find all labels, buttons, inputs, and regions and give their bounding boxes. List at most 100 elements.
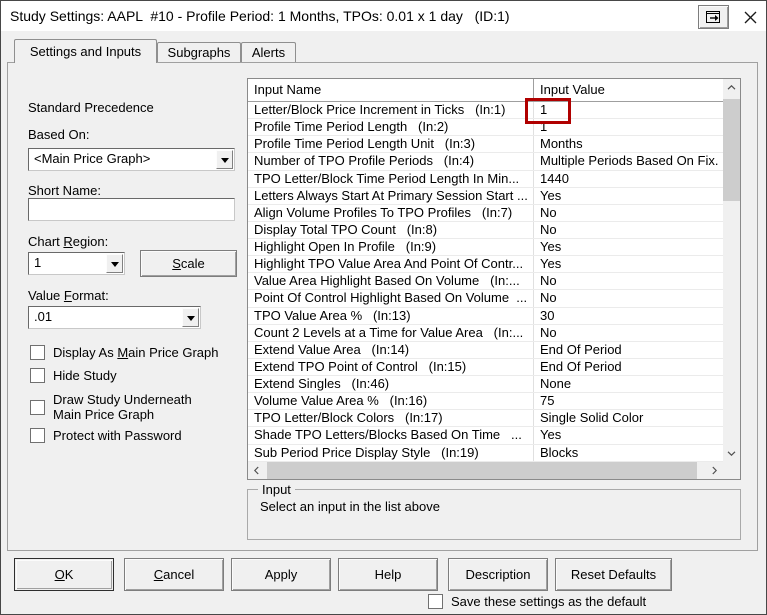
scale-button[interactable]: Scale — [140, 250, 237, 277]
scroll-left-button[interactable] — [248, 462, 265, 479]
checkbox-draw-study-underneath[interactable]: Draw Study Underneath Main Price Graph — [30, 392, 192, 422]
scroll-right-button[interactable] — [706, 462, 723, 479]
table-row[interactable]: Letter/Block Price Increment in Ticks (I… — [248, 102, 723, 120]
checkbox-box[interactable] — [30, 399, 45, 415]
table-row[interactable]: TPO Value Area % (In:13) 30 — [248, 307, 723, 325]
tab-alerts[interactable]: Alerts — [241, 42, 296, 62]
checkbox-label: Draw Study Underneath Main Price Graph — [53, 392, 192, 422]
tab-subgraphs[interactable]: Subgraphs — [157, 42, 241, 62]
titlebar: Study Settings: AAPL #10 - Profile Perio… — [1, 1, 766, 31]
inputs-table: Input Name Input Value Letter/Block Pric… — [247, 78, 741, 480]
input-name-cell: Extend Value Area (In:14) — [248, 341, 534, 358]
table-row[interactable]: Letters Always Start At Primary Session … — [248, 187, 723, 205]
input-name-cell: Extend Singles (In:46) — [248, 376, 534, 393]
input-value-cell: 75 — [540, 393, 555, 409]
based-on-select[interactable]: <Main Price Graph> — [28, 148, 235, 171]
scrollbar-corner — [723, 462, 740, 479]
input-value-cell: Multiple Periods Based On Fix. — [540, 153, 719, 169]
input-value-cell: 30 — [540, 307, 555, 323]
table-row[interactable]: TPO Letter/Block Time Period Length In M… — [248, 170, 723, 188]
input-value-cell: Yes — [540, 239, 562, 254]
down-arrow-icon — [186, 315, 195, 325]
table-row[interactable]: Sub Period Price Display Style (In:19) B… — [248, 444, 723, 462]
input-value-cell: End Of Period — [540, 358, 622, 374]
close-button[interactable] — [738, 5, 762, 29]
reset-defaults-button[interactable]: Reset Defaults — [555, 558, 672, 591]
input-value-cell: 1440 — [540, 170, 569, 186]
column-header-input-name[interactable]: Input Name — [248, 79, 534, 101]
scroll-down-button[interactable] — [723, 445, 740, 462]
input-value-cell: No — [540, 273, 557, 289]
table-row[interactable]: Volume Value Area % (In:16) 75 — [248, 393, 723, 411]
input-value-cell: No — [540, 221, 557, 237]
cancel-button[interactable]: Cancel — [124, 558, 224, 591]
input-name-cell: Highlight Open In Profile (In:9) — [248, 239, 534, 256]
checkbox-label: Hide Study — [53, 368, 117, 383]
table-row[interactable]: Number of TPO Profile Periods (In:4) Mul… — [248, 153, 723, 171]
input-name-cell: Count 2 Levels at a Time for Value Area … — [248, 324, 534, 341]
checkbox-box[interactable] — [30, 368, 45, 383]
checkbox-box[interactable] — [30, 428, 45, 443]
input-name-cell: Number of TPO Profile Periods (In:4) — [248, 153, 534, 170]
table-row[interactable]: Extend Singles (In:46) None — [248, 376, 723, 394]
table-row[interactable]: Shade TPO Letters/Blocks Based On Time .… — [248, 427, 723, 445]
short-name-input[interactable] — [28, 198, 235, 221]
ok-button[interactable]: OK — [14, 558, 114, 591]
table-row[interactable]: Align Volume Profiles To TPO Profiles (I… — [248, 204, 723, 222]
table-row[interactable]: Point Of Control Highlight Based On Volu… — [248, 290, 723, 308]
popout-button[interactable] — [698, 5, 729, 29]
horizontal-scrollbar-thumb[interactable] — [267, 462, 697, 479]
table-row[interactable]: Count 2 Levels at a Time for Value Area … — [248, 324, 723, 342]
dropdown-arrow-button[interactable] — [216, 150, 233, 169]
save-default-label: Save these settings as the default — [451, 594, 647, 609]
table-row[interactable]: Display Total TPO Count (In:8) No — [248, 221, 723, 239]
input-value-cell: No — [540, 204, 557, 220]
chevron-right-icon — [712, 466, 717, 475]
input-name-cell: Sub Period Price Display Style (In:19) — [248, 444, 534, 461]
down-arrow-icon — [220, 157, 229, 167]
apply-button[interactable]: Apply — [231, 558, 331, 591]
vertical-scrollbar[interactable] — [723, 79, 740, 462]
table-row[interactable]: Value Area Highlight Based On Volume (In… — [248, 273, 723, 291]
input-group-legend: Input — [258, 482, 295, 497]
save-default-checkbox[interactable]: Save these settings as the default — [428, 594, 646, 609]
input-name-cell: Shade TPO Letters/Blocks Based On Time .… — [248, 427, 534, 444]
value-format-select[interactable]: .01 — [28, 306, 201, 329]
table-row[interactable]: Highlight Open In Profile (In:9) Yes — [248, 239, 723, 257]
checkbox-box[interactable] — [30, 345, 45, 360]
table-row[interactable]: TPO Letter/Block Colors (In:17) Single S… — [248, 410, 723, 428]
annotation-red-box — [525, 98, 571, 124]
table-row[interactable]: Highlight TPO Value Area And Point Of Co… — [248, 256, 723, 274]
table-header: Input Name Input Value — [248, 79, 723, 102]
vertical-scrollbar-thumb[interactable] — [723, 99, 740, 201]
checkbox-protect-with-password[interactable]: Protect with Password — [30, 428, 182, 443]
table-body: Letter/Block Price Increment in Ticks (I… — [248, 102, 723, 462]
chart-region-select[interactable]: 1 — [28, 252, 125, 275]
chart-region-value: 1 — [34, 255, 42, 270]
based-on-value: <Main Price Graph> — [34, 151, 151, 166]
table-row[interactable]: Profile Time Period Length (In:2) 1 — [248, 119, 723, 137]
scroll-up-button[interactable] — [723, 79, 740, 96]
table-row[interactable]: Profile Time Period Length Unit (In:3) M… — [248, 136, 723, 154]
input-value-cell: None — [540, 376, 572, 391]
table-row[interactable]: Extend TPO Point of Control (In:15) End … — [248, 358, 723, 376]
dropdown-arrow-button[interactable] — [106, 254, 123, 273]
input-name-cell: TPO Letter/Block Colors (In:17) — [248, 410, 534, 427]
input-name-cell: Profile Time Period Length Unit (In:3) — [248, 136, 534, 153]
checkbox-box[interactable] — [428, 594, 443, 609]
dropdown-arrow-button[interactable] — [182, 308, 199, 327]
pop-out-icon — [706, 10, 720, 23]
table-row[interactable]: Extend Value Area (In:14) End Of Period — [248, 341, 723, 359]
input-group: Input Select an input in the list above — [247, 482, 741, 540]
checkbox-hide-study[interactable]: Hide Study — [30, 368, 117, 383]
help-button[interactable]: Help — [338, 558, 438, 591]
checkbox-display-as-main-price-graph[interactable]: Display As Main Price Graph — [30, 345, 218, 360]
description-button[interactable]: Description — [448, 558, 548, 591]
chevron-up-icon — [727, 85, 736, 90]
input-value-cell: Months — [540, 136, 583, 152]
input-value-cell: Yes — [540, 256, 562, 272]
tab-settings-and-inputs[interactable]: Settings and Inputs — [14, 39, 157, 63]
checkbox-label: Protect with Password — [53, 428, 182, 443]
horizontal-scrollbar[interactable] — [248, 462, 723, 479]
input-name-cell: Letter/Block Price Increment in Ticks (I… — [248, 102, 534, 119]
